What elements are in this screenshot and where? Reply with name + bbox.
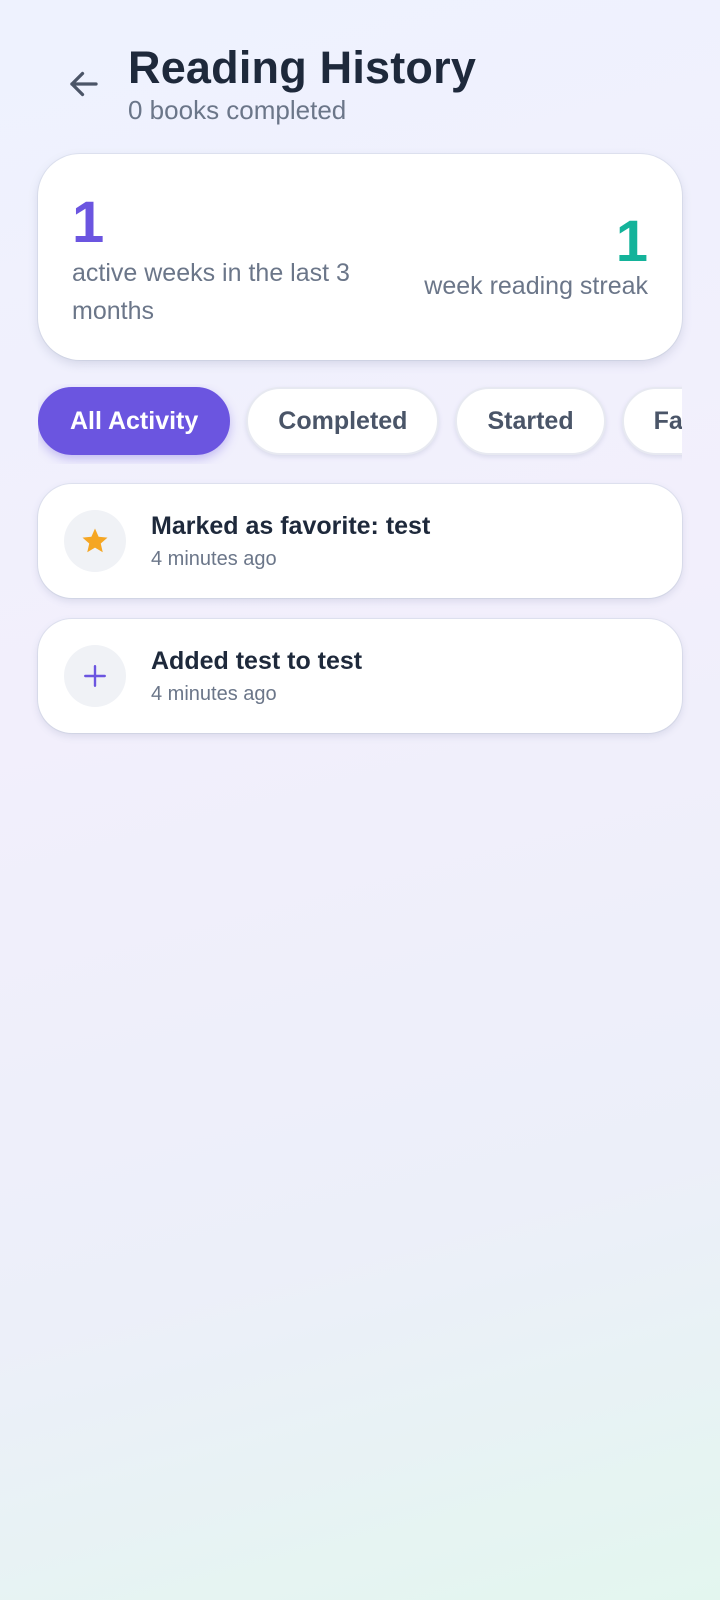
list-item[interactable]: Added test to test 4 minutes ago (38, 619, 682, 733)
active-weeks-value: 1 (72, 190, 105, 255)
stats-card: 1 active weeks in the last 3 months 1 we… (38, 154, 682, 360)
header: Reading History 0 books completed (0, 0, 720, 140)
filter-chip-started[interactable]: Started (455, 387, 606, 455)
filter-chip-favorites[interactable]: Favorites (621, 387, 682, 455)
active-weeks-label: active weeks in the last 3 months (72, 259, 350, 325)
star-icon (64, 510, 126, 572)
streak-value: 1 (615, 209, 648, 274)
filter-bar: All Activity Completed Started Favorites (38, 384, 682, 464)
filter-chip-completed[interactable]: Completed (246, 387, 440, 455)
page-title: Reading History (128, 42, 477, 93)
page-subtitle: 0 books completed (128, 95, 347, 125)
activity-time: 4 minutes ago (151, 548, 277, 570)
list-item[interactable]: Marked as favorite: test 4 minutes ago (38, 484, 682, 598)
activity-time: 4 minutes ago (151, 683, 277, 705)
filter-chip-all-activity[interactable]: All Activity (38, 387, 231, 455)
activity-title: Marked as favorite: test (151, 512, 431, 540)
activity-list: Marked as favorite: test 4 minutes ago A… (38, 484, 682, 754)
arrow-left-icon (70, 71, 98, 97)
back-button[interactable] (58, 58, 110, 110)
plus-icon (64, 645, 126, 707)
streak-label: week reading streak (424, 272, 648, 300)
activity-title: Added test to test (151, 647, 363, 675)
